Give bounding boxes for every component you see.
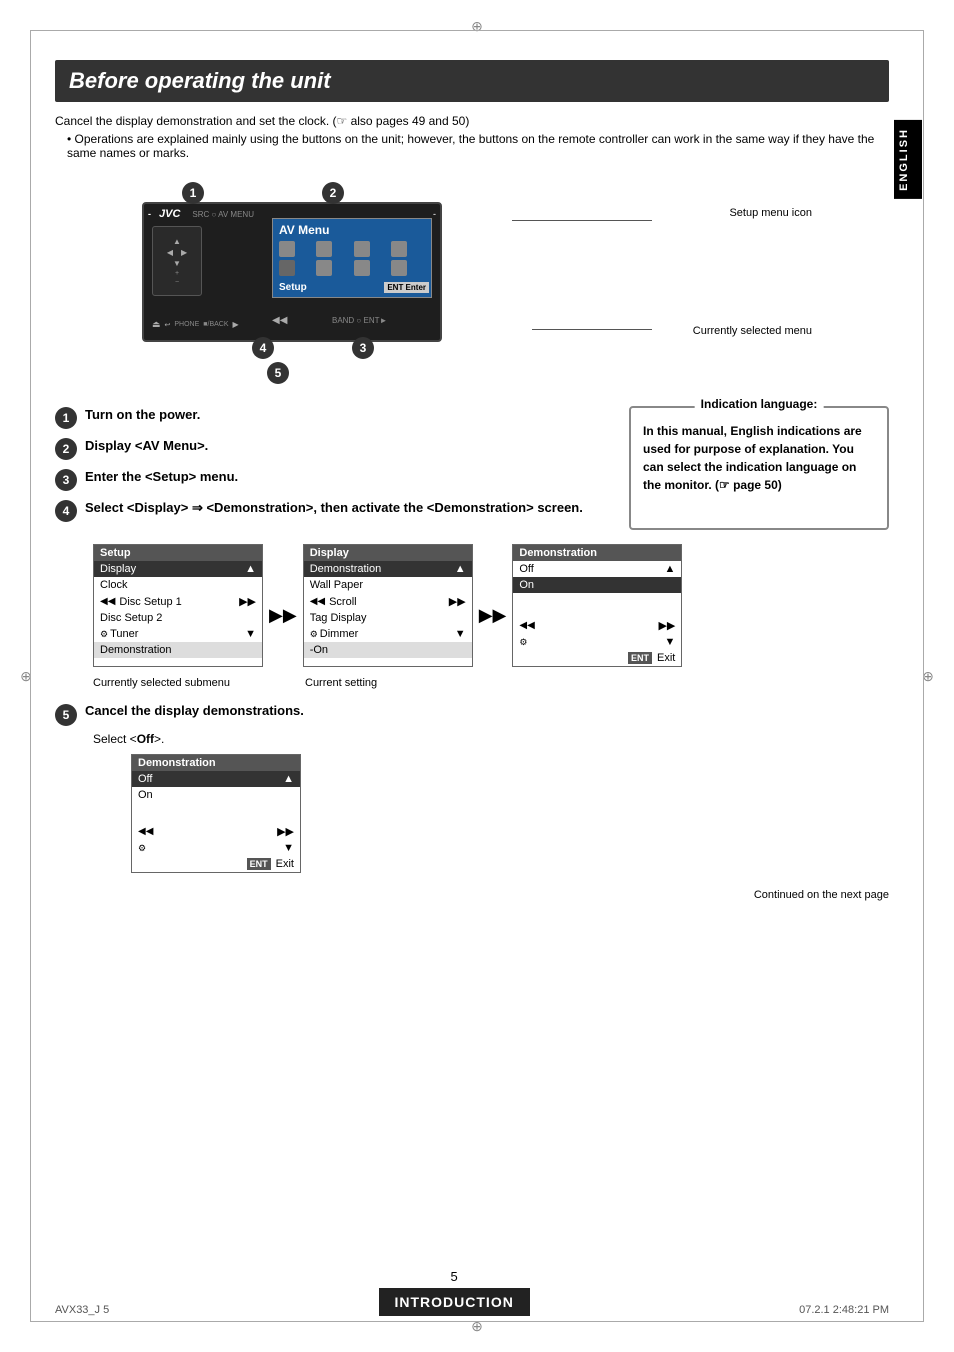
intro-section-tab: INTRODUCTION: [379, 1288, 530, 1316]
display-item-scroll: ◀◀Scroll▶▶: [304, 593, 472, 610]
connector-arrow-1: ▶▶: [269, 544, 297, 667]
setup-panel-header: Setup: [94, 545, 262, 561]
demo-panel2: Demonstration Off▲ On ◀◀▶▶ ⚙▼ ENT Exit: [131, 754, 301, 873]
demo-ent-exit: ENT Exit: [513, 650, 681, 666]
demo-item-off: Off▲: [513, 561, 681, 577]
demo-panel2-container: Demonstration Off▲ On ◀◀▶▶ ⚙▼ ENT Exit: [93, 754, 889, 873]
callout-2: 2: [322, 182, 344, 204]
page-border-left: [30, 30, 31, 1322]
panel-label-right: Current setting: [305, 677, 475, 689]
introduction-label: INTRODUCTION: [379, 1288, 530, 1316]
menu-panels: Setup Display▲ Clock ◀◀Disc Setup 1▶▶ Di…: [93, 544, 889, 667]
display-item-demo: Demonstration▲: [304, 561, 472, 577]
demo2-item-off: Off▲: [132, 771, 300, 787]
footer-left: AVX33_J 5: [55, 1304, 109, 1316]
step-4-circle: 4: [55, 500, 77, 522]
step-5-circle: 5: [55, 704, 77, 726]
indication-body: In this manual, English indications are …: [643, 422, 875, 494]
demo2-ent-exit: ENT Exit: [132, 856, 300, 872]
currently-selected-line: [532, 329, 652, 330]
setup-icon-line: [512, 220, 652, 221]
step-2-row: 2 Display <AV Menu>.: [55, 437, 613, 460]
page-border-top: [30, 30, 924, 31]
page-title: Before operating the unit: [69, 68, 875, 94]
display-panel: Display Demonstration▲ Wall Paper ◀◀Scro…: [303, 544, 473, 667]
setup-item-demonstration: Demonstration: [94, 642, 262, 658]
indication-title: Indication language:: [695, 397, 824, 411]
callout-3: 3: [352, 337, 374, 359]
step-4-row: 4 Select <Display> ⇒ <Demonstration>, th…: [55, 499, 613, 522]
step-4-text: Select <Display> ⇒ <Demonstration>, then…: [85, 499, 583, 517]
indication-box: Indication language: In this manual, Eng…: [629, 406, 889, 530]
reg-mark-left: ⊕: [18, 668, 34, 684]
step-1-text: Turn on the power.: [85, 406, 200, 424]
demo2-nav-2: ⚙▼: [132, 840, 300, 856]
page-border-right: [923, 30, 924, 1322]
setup-menu-icon-label: Setup menu icon: [729, 207, 812, 219]
step5-header: 5 Cancel the display demonstrations.: [55, 703, 889, 726]
display-item-wallpaper: Wall Paper: [304, 577, 472, 593]
setup-item-disc1: ◀◀Disc Setup 1▶▶: [94, 593, 262, 610]
jvc-screen: AV Menu Setup ENT Enter: [272, 218, 432, 298]
setup-item-disc2: Disc Setup 2: [94, 610, 262, 626]
display-item-on: -On: [304, 642, 472, 658]
footer-center: 5 INTRODUCTION: [379, 1269, 530, 1316]
step-2-text: Display <AV Menu>.: [85, 437, 208, 455]
panel-labels: Currently selected submenu Current setti…: [93, 677, 889, 689]
title-banner: Before operating the unit: [55, 60, 889, 102]
currently-selected-label: Currently selected menu: [693, 325, 812, 337]
footer: AVX33_J 5 5 INTRODUCTION 07.2.1 2:48:21 …: [55, 1269, 889, 1316]
step5-section: 5 Cancel the display demonstrations. Sel…: [55, 703, 889, 873]
demo-panel2-header: Demonstration: [132, 755, 300, 771]
step-2-circle: 2: [55, 438, 77, 460]
display-item-tagdisplay: Tag Display: [304, 610, 472, 626]
steps-left: 1 Turn on the power. 2 Display <AV Menu>…: [55, 406, 613, 530]
device-diagram: - JVC SRC ○ AV MENU - ▲ ◀ ▶ ▼ + −: [55, 172, 889, 392]
demo-nav-2: ⚙▼: [513, 634, 681, 650]
demonstration-panel: Demonstration Off▲ On ◀◀▶▶ ⚙▼ ENT Exit: [512, 544, 682, 667]
setup-item-display: Display▲: [94, 561, 262, 577]
page-number: 5: [379, 1269, 530, 1284]
display-panel-header: Display: [304, 545, 472, 561]
step5-heading: Cancel the display demonstrations.: [85, 703, 304, 718]
demo-item-on: On: [513, 577, 681, 593]
step-3-circle: 3: [55, 469, 77, 491]
steps-container: 1 Turn on the power. 2 Display <AV Menu>…: [55, 406, 889, 530]
setup-display: Setup: [279, 282, 307, 293]
step-1-row: 1 Turn on the power.: [55, 406, 613, 429]
setup-item-clock: Clock: [94, 577, 262, 593]
demo2-nav-1: ◀◀▶▶: [132, 823, 300, 840]
panel-label-left: Currently selected submenu: [93, 677, 263, 689]
demo-spacer1: [513, 593, 681, 617]
setup-item-tuner: ⚙Tuner▼: [94, 626, 262, 642]
step-3-text: Enter the <Setup> menu.: [85, 468, 238, 486]
intro-line1: Cancel the display demonstration and set…: [55, 114, 889, 128]
intro-bullet: Operations are explained mainly using th…: [67, 132, 889, 160]
demonstration-panel-header: Demonstration: [513, 545, 681, 561]
callout-5: 5: [267, 362, 289, 384]
step-1-circle: 1: [55, 407, 77, 429]
enter-display: ENT Enter: [384, 282, 429, 293]
language-tab: ENGLISH: [894, 120, 922, 199]
connector-arrow-2: ▶▶: [479, 544, 507, 667]
demo2-item-on: On: [132, 787, 300, 803]
callout-1: 1: [182, 182, 204, 204]
step5-sub: Select <Off>.: [93, 732, 889, 746]
main-content: Before operating the unit Cancel the dis…: [55, 60, 889, 1292]
menu-panels-section: Setup Display▲ Clock ◀◀Disc Setup 1▶▶ Di…: [93, 544, 889, 689]
jvc-unit: - JVC SRC ○ AV MENU - ▲ ◀ ▶ ▼ + −: [142, 202, 442, 342]
demo-nav-1: ◀◀▶▶: [513, 617, 681, 634]
setup-panel: Setup Display▲ Clock ◀◀Disc Setup 1▶▶ Di…: [93, 544, 263, 667]
reg-mark-top: ⊕: [469, 18, 485, 34]
callout-4: 4: [252, 337, 274, 359]
page-border-bottom: [30, 1321, 924, 1322]
display-item-dimmer: ⚙Dimmer▼: [304, 626, 472, 642]
av-menu-display: AV Menu: [279, 223, 329, 237]
continued-text: Continued on the next page: [754, 889, 889, 901]
footer-right: 07.2.1 2:48:21 PM: [799, 1304, 889, 1316]
continued-section: Continued on the next page: [55, 889, 889, 901]
step-3-row: 3 Enter the <Setup> menu.: [55, 468, 613, 491]
